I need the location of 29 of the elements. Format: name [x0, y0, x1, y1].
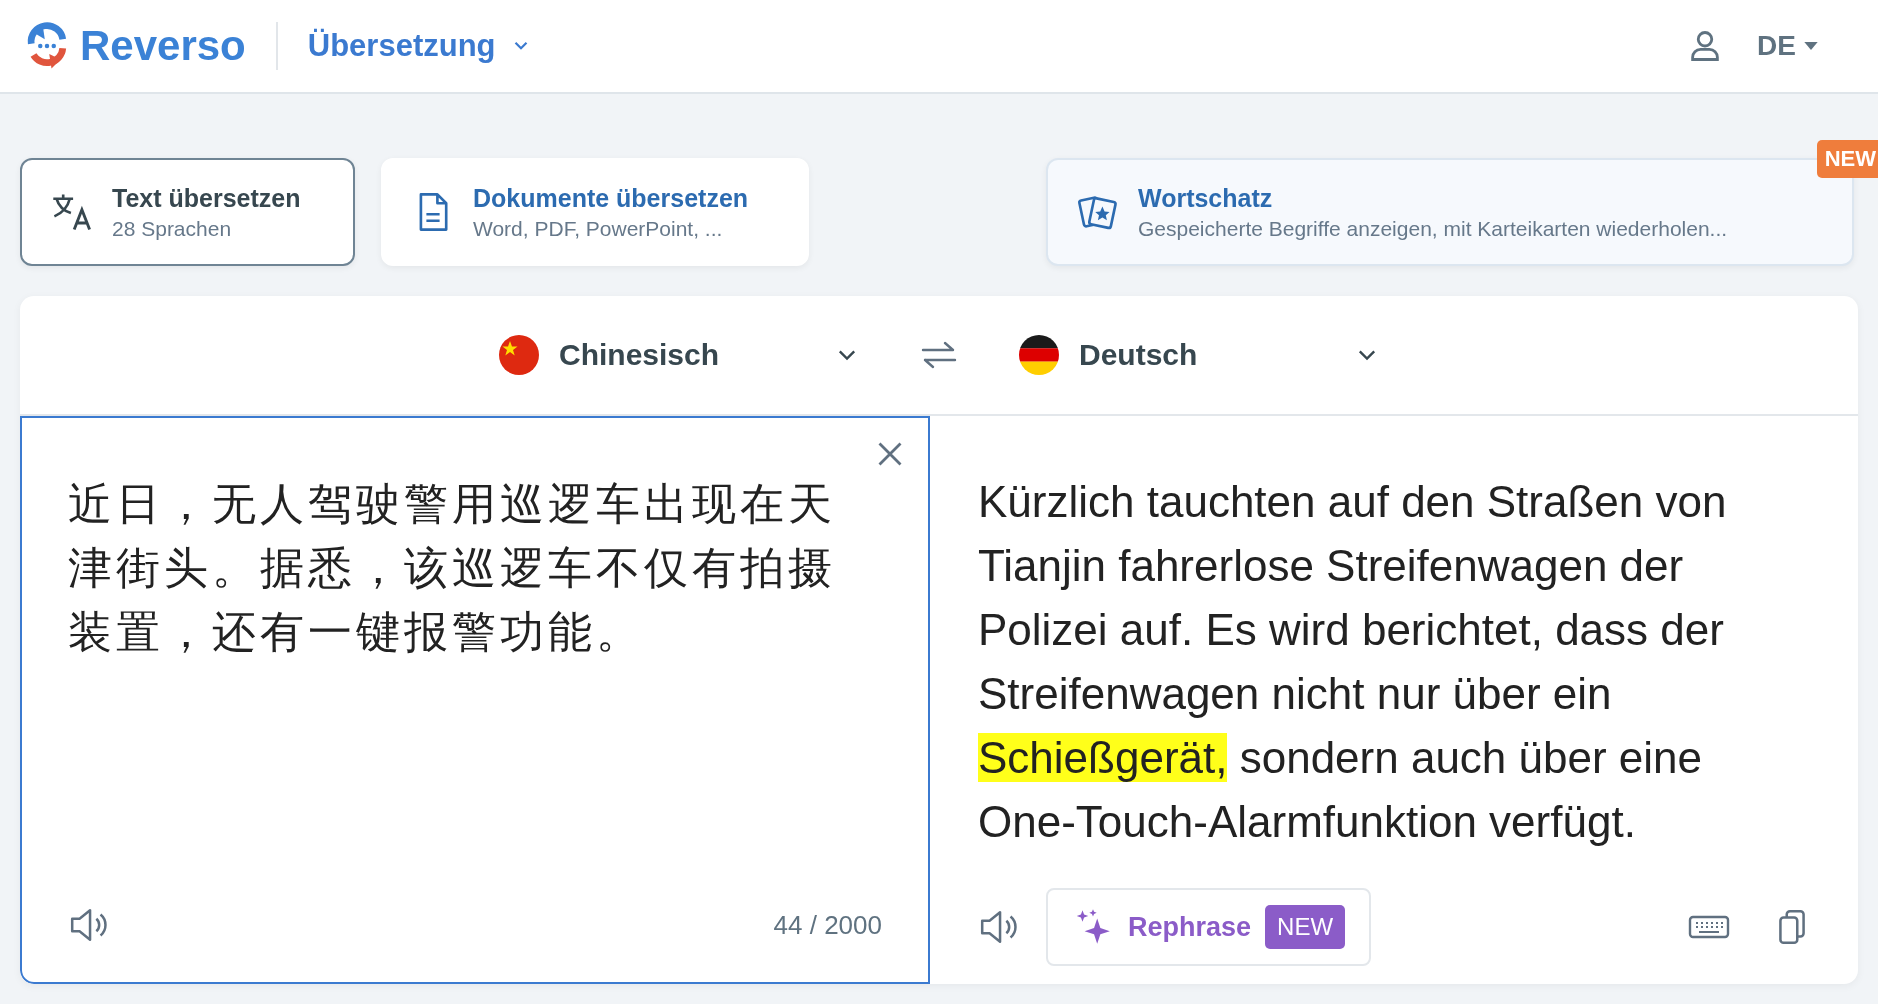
- mode-tab[interactable]: Text übersetzen 28 Sprachen: [20, 158, 355, 266]
- mode-tab[interactable]: Dokumente übersetzen Word, PDF, PowerPoint, ...: [381, 158, 809, 266]
- copy-icon[interactable]: [1776, 907, 1808, 947]
- target-language-selector[interactable]: Deutsch: [1019, 335, 1379, 375]
- character-counter: 44 / 2000: [773, 909, 882, 941]
- new-badge: NEW: [1816, 140, 1878, 178]
- tab-subtitle: Word, PDF, PowerPoint, ...: [473, 216, 724, 241]
- flag-icon: [1019, 335, 1059, 375]
- keyboard-icon[interactable]: [1688, 913, 1730, 941]
- new-badge: NEW: [1265, 905, 1346, 949]
- tab-subtitle: Gespeicherte Begriffe anzeigen, mit Karteikarten wiederholen...: [1138, 216, 1728, 241]
- source-text-area[interactable]: 近日，无人驾驶警用巡逻车出现在天津街头。据悉，该巡逻车不仅有拍摄装置，还有一键报警功能。 44 / 2000: [20, 416, 930, 984]
- tab-title: Text übersetzen: [112, 183, 301, 213]
- tab-title: Dokumente übersetzen: [473, 183, 749, 213]
- logo-text[interactable]: Reverso: [80, 22, 246, 70]
- language-selector[interactable]: DE: [1757, 30, 1818, 62]
- translation-text: Kürzlich tauchten auf den Straßen von Tianjin fahrerlose Streifenwagen der Polizei auf. Es wird berichtet, dass der Streifenwagen nicht nur über ein Schießgerät, sondern auch über eine One-Touch-Alarmfunktion verfügt.: [978, 476, 1728, 848]
- tab-title: Wortschatz: [1138, 183, 1274, 213]
- swap-icon[interactable]: [919, 340, 959, 370]
- source-text: 近日，无人驾驶警用巡逻车出现在天津街头。据悉，该巡逻车不仅有拍摄装置，还有一键报警功能。: [68, 477, 837, 659]
- close-icon[interactable]: [876, 440, 904, 468]
- translation-menu[interactable]: Übersetzung: [307, 28, 532, 64]
- speaker-icon[interactable]: [978, 908, 1020, 946]
- speaker-icon[interactable]: [68, 906, 110, 944]
- rephrase-button[interactable]: Rephrase NEW: [1046, 888, 1372, 966]
- tab-subtitle: 28 Sprachen: [112, 216, 233, 241]
- flag-icon: [499, 335, 539, 375]
- source-language-selector[interactable]: Chinesisch: [499, 335, 859, 375]
- caret-icon: [1804, 42, 1818, 50]
